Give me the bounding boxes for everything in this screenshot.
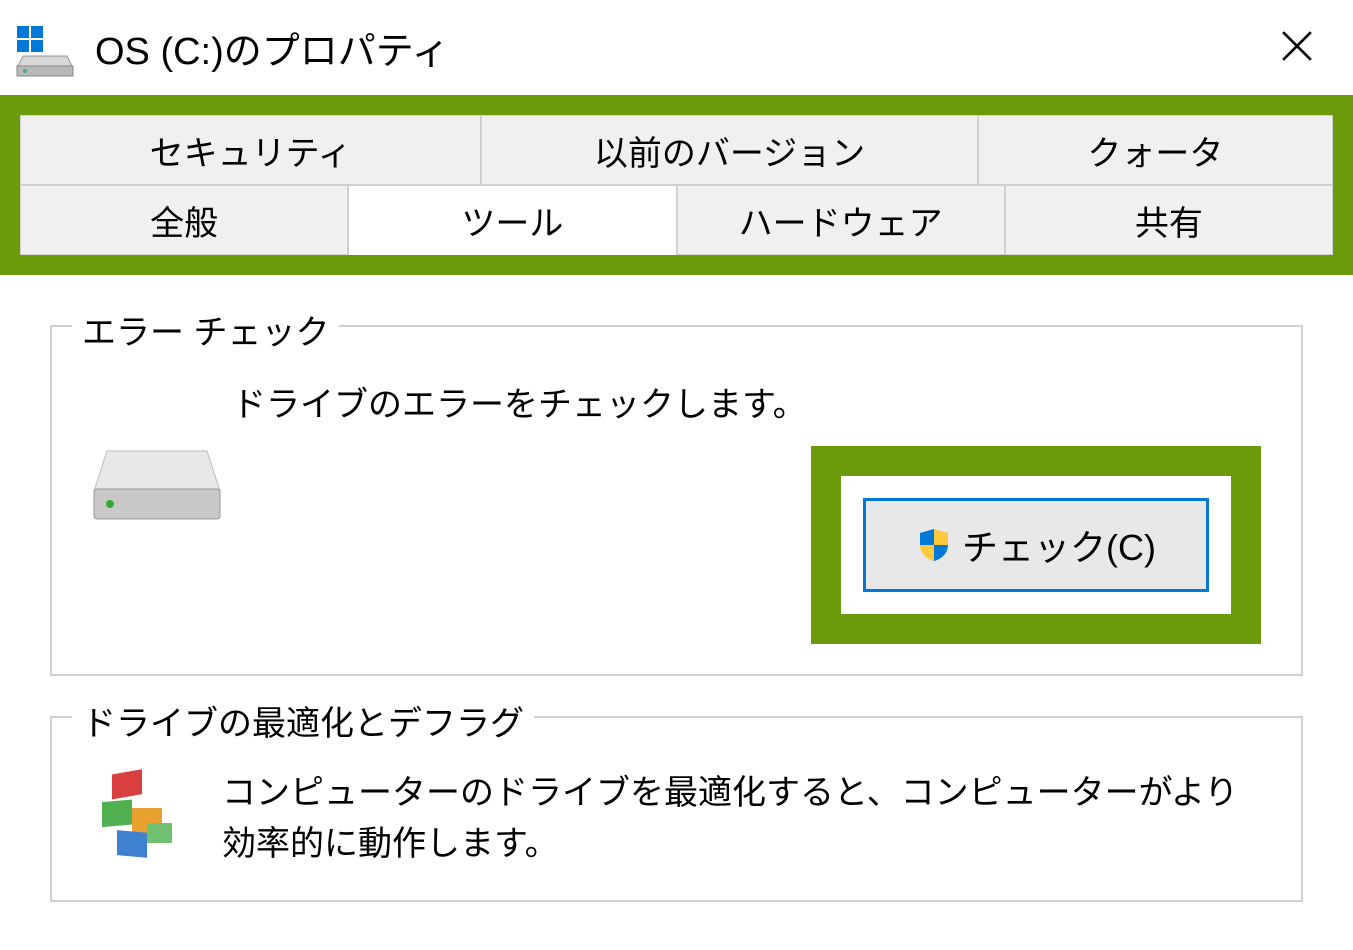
tab-previous-versions[interactable]: 以前のバージョン (481, 115, 978, 185)
titlebar: OS (C:)のプロパティ (0, 0, 1353, 95)
defrag-description: コンピューターのドライブを最適化すると、コンピューターがより効率的に動作します。 (222, 768, 1261, 870)
window-title: OS (C:)のプロパティ (95, 20, 450, 75)
check-button[interactable]: チェック(C) (863, 498, 1209, 592)
tab-general[interactable]: 全般 (20, 185, 348, 255)
defrag-group: ドライブの最適化とデフラグ コンピューターのドライブを最適化すると、コンピュータ… (50, 716, 1303, 902)
close-button[interactable] (1261, 14, 1333, 82)
tabs-highlight-region: セキュリティ 以前のバージョン クォータ 全般 ツール ハードウェア 共有 (0, 95, 1353, 275)
check-button-wrapper: チェック(C) (841, 476, 1231, 614)
properties-dialog: OS (C:)のプロパティ セキュリティ 以前のバージョン クォータ 全般 ツー… (0, 0, 1353, 950)
error-check-group: エラー チェック ドライブのエラーをチェックします。 (50, 325, 1303, 676)
tabs-container: セキュリティ 以前のバージョン クォータ 全般 ツール ハードウェア 共有 (20, 115, 1333, 255)
tab-tools[interactable]: ツール (348, 185, 676, 255)
tab-content: エラー チェック ドライブのエラーをチェックします。 (0, 275, 1353, 922)
check-button-highlight: チェック(C) (811, 446, 1261, 644)
check-button-label: チェック(C) (962, 519, 1156, 571)
error-check-group-title: エラー チェック (72, 305, 339, 354)
tab-security[interactable]: セキュリティ (20, 115, 481, 185)
error-check-row: チェック(C) (92, 446, 1261, 644)
titlebar-left: OS (C:)のプロパティ (15, 18, 450, 78)
tab-sharing[interactable]: 共有 (1005, 185, 1333, 255)
tab-row-2: 全般 ツール ハードウェア 共有 (20, 185, 1333, 255)
drive-icon-large (92, 446, 222, 526)
defrag-group-title: ドライブの最適化とデフラグ (72, 696, 534, 745)
tab-hardware[interactable]: ハードウェア (677, 185, 1005, 255)
error-check-content: ドライブのエラーをチェックします。 (92, 377, 1261, 644)
tab-quota[interactable]: クォータ (978, 115, 1333, 185)
tab-row-1: セキュリティ 以前のバージョン クォータ (20, 115, 1333, 185)
defrag-icon (92, 768, 192, 868)
shield-icon (916, 527, 952, 563)
defrag-row: コンピューターのドライブを最適化すると、コンピューターがより効率的に動作します。 (92, 768, 1261, 870)
error-check-description: ドライブのエラーをチェックします。 (232, 377, 1261, 426)
drive-icon (15, 18, 75, 78)
